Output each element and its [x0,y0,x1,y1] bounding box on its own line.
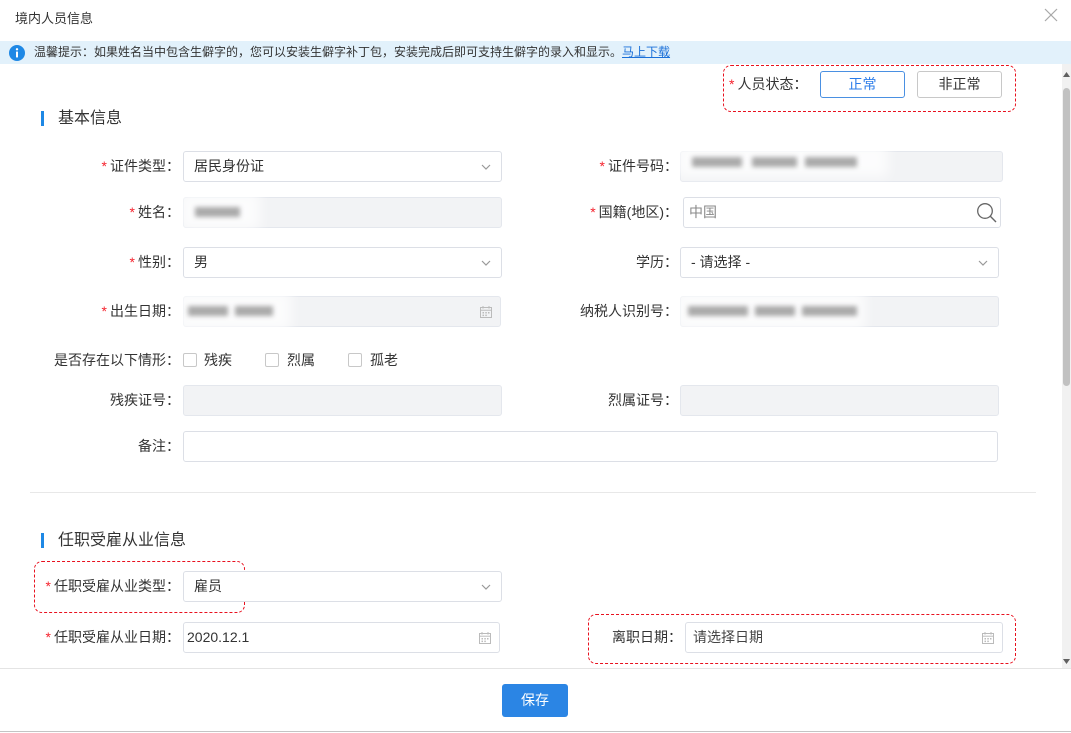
nationality-input[interactable]: 中国 [683,197,1001,228]
checkbox-label[interactable]: 孤老 [370,353,398,367]
disability-cert-label: 残疾证号： [0,385,180,416]
required-mark: * [45,629,51,645]
checkbox-martyr-family[interactable] [265,353,279,367]
martyr-cert-label: 烈属证号： [478,385,678,416]
status-option-normal[interactable]: 正常 [820,71,905,98]
gender-label-text: 性别： [138,254,180,270]
birth-date-label-text: 出生日期： [110,303,180,319]
calendar-icon[interactable] [982,632,994,644]
employment-type-select[interactable]: 雇员 [183,571,502,602]
checkbox-label[interactable]: 烈属 [287,353,315,367]
search-icon[interactable] [976,202,997,223]
id-type-label: * 证件类型： [0,151,180,182]
scrollbar-thumb[interactable] [1063,88,1070,386]
leave-date-placeholder: 请选择日期 [693,629,763,645]
required-mark: * [101,158,107,174]
section-marker [41,111,44,126]
redacted-value [752,157,797,167]
gender-value: 男 [194,254,208,270]
redacted-value [755,306,795,316]
footer-divider [0,668,1071,669]
gender-select[interactable]: 男 [183,247,502,278]
status-label-text: 人员状态： [737,76,808,92]
notice-message: 温馨提示：如果姓名当中包含生僻字的，您可以安装生僻字补丁包，安装完成后即可支持生… [34,41,670,64]
required-mark: * [45,578,51,594]
download-link[interactable]: 马上下载 [622,45,670,59]
taxpayer-id-label: 纳税人识别号： [478,296,678,327]
redacted-value [188,306,228,316]
dialog-bottom-border [0,731,1071,732]
employment-start-label-text: 任职受雇从业日期： [54,629,180,645]
dialog-title: 境内人员信息 [15,11,94,26]
status-label: * 人员状态： [729,71,807,98]
nationality-label: * 国籍(地区)： [478,197,678,228]
required-mark: * [129,204,135,220]
martyr-cert-label-text: 烈属证号： [608,392,678,408]
employment-type-value: 雇员 [194,578,222,594]
employment-start-label: * 任职受雇从业日期： [0,622,180,653]
required-mark: * [599,158,605,174]
redacted-value [235,306,273,316]
education-label-text: 学历： [636,254,678,270]
checkbox-lonely-elderly[interactable] [348,353,362,367]
section-title-basic: 基本信息 [58,110,123,127]
employment-type-label-text: 任职受雇从业类型： [54,578,180,594]
employment-type-label: * 任职受雇从业类型： [0,571,180,602]
name-label-text: 姓名： [138,204,180,220]
required-mark: * [101,303,107,319]
redacted-value [692,157,742,167]
leave-date-label-text: 离职日期： [612,629,682,645]
info-icon [9,45,25,61]
chevron-down-icon [978,260,988,266]
disability-cert-input[interactable] [183,385,502,416]
gender-label: * 性别： [0,247,180,278]
status-option-abnormal[interactable]: 非正常 [917,71,1002,98]
leave-date-input[interactable]: 请选择日期 [685,622,1003,653]
situations-label-text: 是否存在以下情形： [54,352,180,368]
id-type-label-text: 证件类型： [110,158,180,174]
situations-label: 是否存在以下情形： [0,345,180,376]
id-number-label: * 证件号码： [478,151,678,182]
checkbox-disabled-person[interactable] [183,353,197,367]
name-label: * 姓名： [0,197,180,228]
save-button[interactable]: 保存 [502,684,568,717]
redacted-value [802,306,857,316]
id-type-value: 居民身份证 [194,158,264,174]
leave-date-label: 离职日期： [480,622,682,653]
education-select[interactable]: - 请选择 - [680,247,999,278]
education-value: - 请选择 - [691,254,751,270]
section-title-employment: 任职受雇从业信息 [58,532,187,549]
taxpayer-id-label-text: 纳税人识别号： [580,303,678,319]
redacted-value [195,207,240,217]
section-marker [41,533,44,548]
disability-cert-label-text: 残疾证号： [110,392,180,408]
education-label: 学历： [478,247,678,278]
notice-text: 温馨提示：如果姓名当中包含生僻字的，您可以安装生僻字补丁包，安装完成后即可支持生… [34,45,623,59]
scroll-up-icon[interactable] [1063,72,1070,77]
remarks-label-text: 备注： [138,438,180,454]
birth-date-label: * 出生日期： [0,296,180,327]
required-mark: * [129,254,135,270]
martyr-cert-input[interactable] [680,385,999,416]
chevron-down-icon [481,584,491,590]
id-type-select[interactable]: 居民身份证 [183,151,502,182]
id-number-label-text: 证件号码： [608,158,678,174]
section-divider [30,492,1036,493]
checkbox-label[interactable]: 残疾 [204,353,232,367]
scroll-down-icon[interactable] [1063,659,1070,664]
required-mark: * [729,76,735,92]
nationality-value: 中国 [689,204,717,220]
redacted-value [805,157,857,167]
employment-start-date-input[interactable]: 2020.12.1 [183,622,500,653]
redacted-value [688,306,748,316]
remarks-label: 备注： [0,431,180,462]
required-mark: * [590,204,596,220]
close-icon[interactable] [1044,8,1058,22]
employment-start-date-value: 2020.12.1 [187,629,250,645]
nationality-label-text: 国籍(地区)： [598,204,678,220]
remarks-input[interactable] [183,431,998,462]
